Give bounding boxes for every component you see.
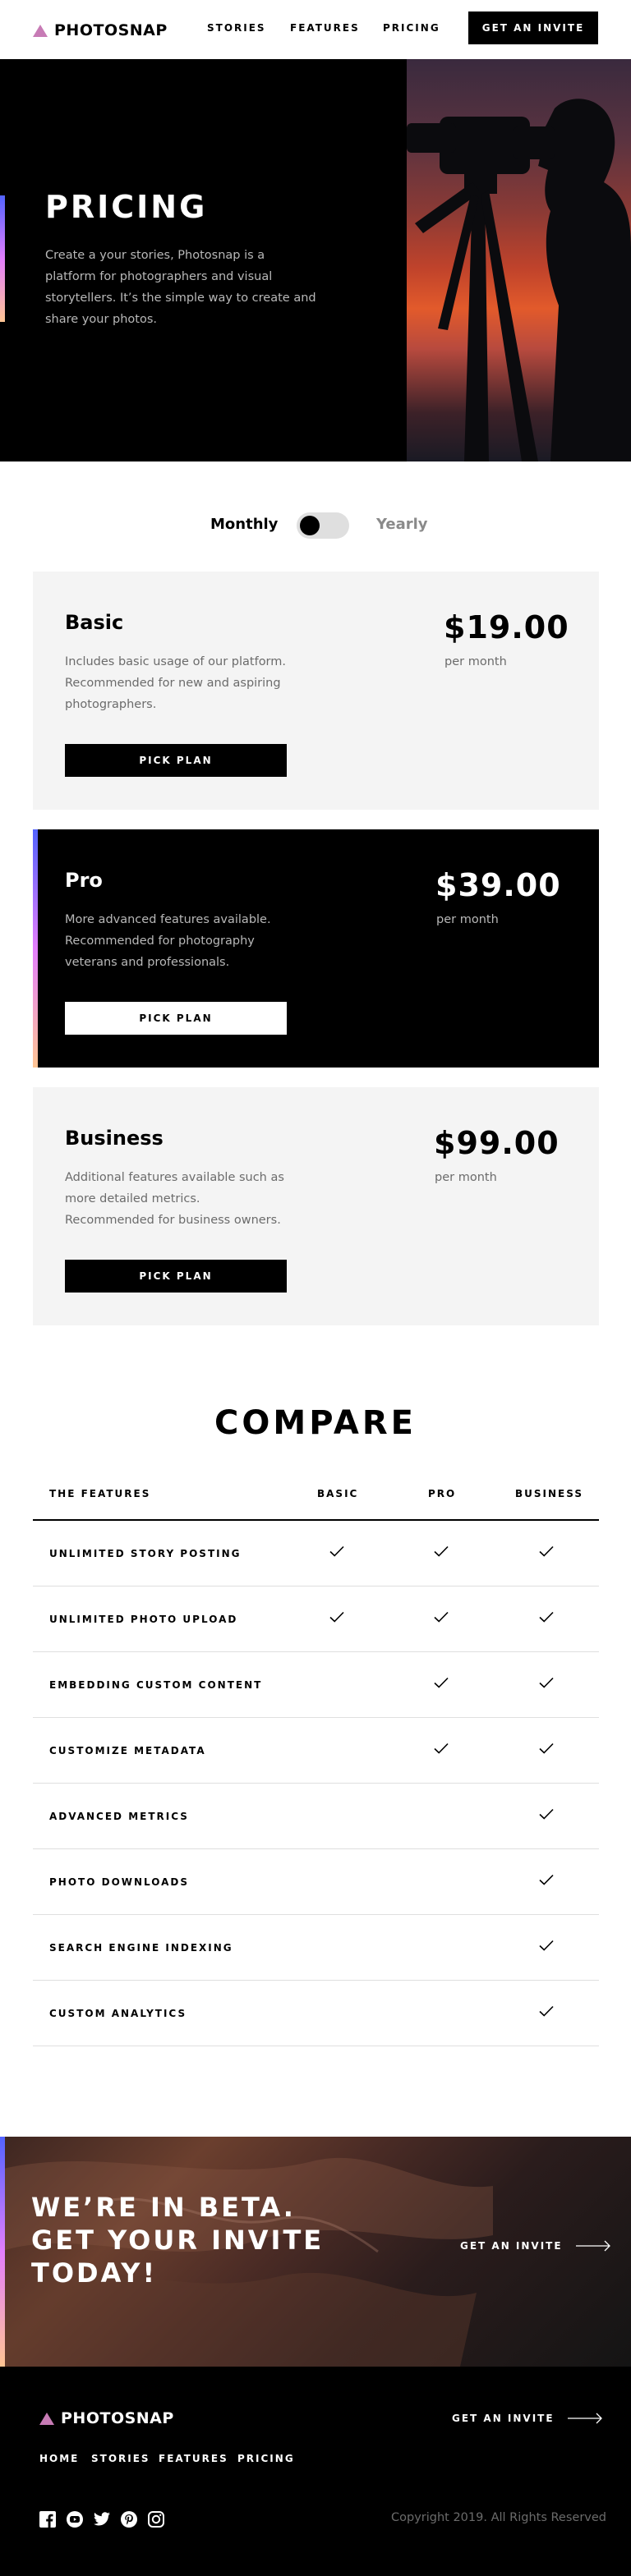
compare-title: COMPARE: [214, 1404, 417, 1442]
youtube-icon[interactable]: [67, 2511, 83, 2528]
pinterest-icon[interactable]: [121, 2511, 137, 2528]
compare-feature-label: PHOTO DOWNLOADS: [49, 1876, 190, 1888]
pick-plan-button[interactable]: PICK PLAN: [65, 1260, 287, 1293]
beta-accent-bar: [0, 2137, 5, 2367]
plan-card-business: Business Additional features available s…: [33, 1087, 599, 1325]
compare-header-features: THE FEATURES: [49, 1488, 151, 1499]
footer-logo[interactable]: PHOTOSNAP: [39, 2409, 174, 2427]
plan-price: $39.00: [435, 867, 561, 903]
beta-title: WE’RE IN BETA. GET YOUR INVITE TODAY!: [31, 2192, 325, 2289]
footer-nav-home[interactable]: HOME: [39, 2453, 79, 2464]
compare-row: UNLIMITED PHOTO UPLOAD: [33, 1586, 599, 1652]
compare-row: UNLIMITED STORY POSTING: [33, 1521, 599, 1586]
compare-row: CUSTOM ANALYTICS: [33, 1981, 599, 2046]
compare-header-basic: BASIC: [317, 1488, 359, 1499]
logo-triangle-icon: [33, 24, 48, 37]
logo[interactable]: PHOTOSNAP: [33, 21, 168, 39]
compare-header-business: BUSINESS: [515, 1488, 583, 1499]
header-invite-button[interactable]: GET AN INVITE: [468, 11, 598, 44]
nav-pricing[interactable]: PRICING: [383, 22, 440, 34]
arrow-right-icon: [567, 2413, 602, 2424]
hero-accent-bar: [0, 195, 5, 322]
facebook-icon[interactable]: [39, 2511, 56, 2528]
check-icon-business: [538, 1871, 555, 1888]
footer-nav-stories[interactable]: STORIES: [91, 2453, 150, 2464]
compare-feature-label: ADVANCED METRICS: [49, 1811, 189, 1822]
hero-photographer-image: [407, 59, 631, 461]
site-header: PHOTOSNAP STORIES FEATURES PRICING GET A…: [0, 0, 631, 59]
compare-feature-label: EMBEDDING CUSTOM CONTENT: [49, 1679, 263, 1691]
pick-plan-button[interactable]: PICK PLAN: [65, 1002, 287, 1035]
plan-description: More advanced features available. Recomm…: [65, 913, 271, 969]
nav-stories[interactable]: STORIES: [207, 22, 266, 34]
check-icon-business: [538, 2003, 555, 2019]
compare-feature-label: SEARCH ENGINE INDEXING: [49, 1942, 233, 1954]
site-footer: [0, 2367, 631, 2576]
arrow-right-icon: [575, 2240, 610, 2252]
footer-nav-pricing[interactable]: PRICING: [237, 2453, 295, 2464]
compare-row: SEARCH ENGINE INDEXING: [33, 1915, 599, 1981]
compare-row: PHOTO DOWNLOADS: [33, 1849, 599, 1915]
billing-yearly-label[interactable]: Yearly: [376, 516, 428, 533]
plan-card-pro: Pro More advanced features available. Re…: [33, 829, 599, 1068]
plan-description: Additional features available such as mo…: [65, 1171, 284, 1227]
copyright-text: Copyright 2019. All Rights Reserved: [391, 2511, 606, 2524]
check-icon-business: [538, 1937, 555, 1954]
compare-row: CUSTOMIZE METADATA: [33, 1718, 599, 1784]
check-icon-basic: [329, 1543, 345, 1559]
plan-period: per month: [435, 1171, 497, 1184]
compare-feature-label: CUSTOMIZE METADATA: [49, 1745, 206, 1756]
page-title: PRICING: [45, 189, 208, 225]
plan-description: Includes basic usage of our platform. Re…: [65, 655, 287, 711]
nav-features[interactable]: FEATURES: [290, 22, 360, 34]
plan-period: per month: [444, 655, 507, 668]
plan-name: Basic: [65, 611, 124, 634]
check-icon-business: [538, 1674, 555, 1691]
footer-invite-link[interactable]: GET AN INVITE: [452, 2413, 603, 2424]
compare-feature-label: UNLIMITED PHOTO UPLOAD: [49, 1614, 238, 1625]
instagram-icon[interactable]: [148, 2511, 164, 2528]
check-icon-business: [538, 1543, 555, 1559]
beta-invite-label: GET AN INVITE: [460, 2240, 563, 2252]
check-icon-basic: [329, 1609, 345, 1625]
footer-nav-features[interactable]: FEATURES: [159, 2453, 228, 2464]
check-icon-pro: [433, 1609, 449, 1625]
hero-description: Create a your stories, Photosnap is a pl…: [45, 249, 316, 326]
check-icon-pro: [433, 1543, 449, 1559]
check-icon-business: [538, 1806, 555, 1822]
plan-accent-bar: [33, 829, 38, 1068]
plan-name: Business: [65, 1127, 164, 1150]
compare-feature-label: CUSTOM ANALYTICS: [49, 2008, 187, 2019]
check-icon-business: [538, 1609, 555, 1625]
plan-period: per month: [436, 913, 499, 926]
plan-name: Pro: [65, 869, 103, 892]
pick-plan-button[interactable]: PICK PLAN: [65, 744, 287, 777]
plan-price: $99.00: [434, 1125, 560, 1161]
compare-header-pro: PRO: [428, 1488, 457, 1499]
twitter-icon[interactable]: [94, 2512, 110, 2527]
plan-price: $19.00: [444, 609, 569, 645]
compare-feature-label: UNLIMITED STORY POSTING: [49, 1548, 242, 1559]
check-icon-pro: [433, 1740, 449, 1756]
check-icon-pro: [433, 1674, 449, 1691]
billing-toggle-knob[interactable]: [300, 516, 320, 535]
logo-text: PHOTOSNAP: [54, 21, 168, 39]
compare-row: EMBEDDING CUSTOM CONTENT: [33, 1652, 599, 1718]
compare-row: ADVANCED METRICS: [33, 1784, 599, 1849]
check-icon-business: [538, 1740, 555, 1756]
billing-monthly-label[interactable]: Monthly: [210, 516, 278, 533]
footer-logo-text: PHOTOSNAP: [61, 2409, 174, 2427]
plan-card-basic: Basic Includes basic usage of our platfo…: [33, 572, 599, 810]
footer-invite-label: GET AN INVITE: [452, 2413, 555, 2424]
logo-triangle-icon: [39, 2412, 54, 2425]
beta-invite-link[interactable]: GET AN INVITE: [460, 2240, 611, 2252]
